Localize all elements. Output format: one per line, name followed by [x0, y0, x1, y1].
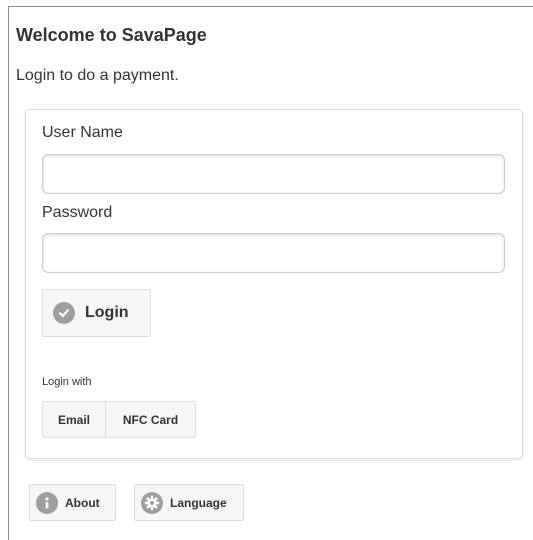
gear-icon	[141, 491, 163, 514]
username-input[interactable]	[42, 154, 505, 194]
page-subtitle: Login to do a payment.	[16, 67, 179, 84]
language-button[interactable]: Language	[134, 484, 244, 521]
info-circle-icon	[36, 491, 58, 514]
language-button-label: Language	[170, 495, 227, 510]
page-title: Welcome to SavaPage	[16, 25, 207, 45]
login-nfc-card-button[interactable]: NFC Card	[106, 402, 195, 437]
about-button[interactable]: About	[29, 484, 116, 521]
login-method-group: Email NFC Card	[42, 401, 196, 438]
login-card: User Name Password Login Login with Emai…	[25, 109, 523, 459]
about-button-label: About	[65, 495, 100, 510]
username-label: User Name	[42, 124, 123, 141]
login-button-label: Login	[85, 304, 129, 321]
check-circle-icon	[53, 302, 75, 324]
login-button[interactable]: Login	[42, 289, 151, 337]
login-with-label: Login with	[42, 376, 92, 388]
password-label: Password	[42, 204, 113, 221]
password-input[interactable]	[42, 233, 505, 273]
login-email-button[interactable]: Email	[43, 402, 106, 437]
